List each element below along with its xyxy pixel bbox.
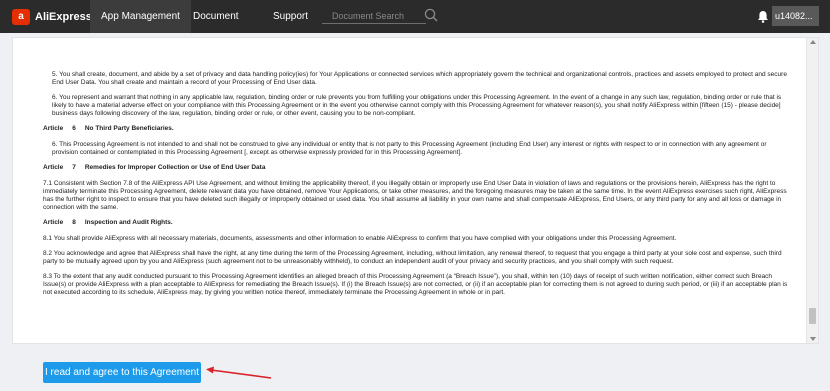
clause-8-3: 8.3 To the extent that any audit conduct… [43, 273, 788, 296]
agree-button[interactable]: I read and agree to this Agreement [43, 362, 201, 383]
scroll-thumb[interactable] [809, 308, 816, 324]
article-number: 7 [72, 164, 76, 171]
agreement-text: 5. You shall create, document, and abide… [13, 38, 805, 343]
article-number: 6 [72, 125, 76, 132]
article-label: Article [43, 164, 64, 171]
article-title: No Third Party Beneficiaries. [84, 125, 174, 132]
aliexpress-logo[interactable]: a AliExpress [12, 8, 92, 26]
user-account[interactable]: u14082... [772, 6, 819, 26]
article-label: Article [43, 125, 64, 132]
red-arrow-annotation-icon [206, 366, 272, 379]
logo-text: AliExpress [35, 11, 92, 23]
article-7-heading: Article 7 Remedies for Improper Collection… [43, 164, 805, 172]
article-title: Inspection and Audit Rights. [84, 219, 173, 226]
clause-8-2: 8.2 You acknowledge and agree that AliEx… [43, 250, 782, 265]
scroll-up-icon[interactable] [810, 40, 816, 44]
top-nav-bar: a AliExpress App Management Document Sup… [0, 0, 830, 33]
article-6-body: 6. This Processing Agreement is not inte… [52, 141, 767, 156]
scroll-down-icon[interactable] [810, 337, 816, 341]
article-7-body: 7.1 Consistent with Section 7.8 of the A… [43, 180, 787, 211]
article-6-heading: Article 6 No Third Party Beneficiaries. [43, 125, 805, 133]
nav-app-management[interactable]: App Management [90, 0, 191, 33]
article-number: 8 [72, 219, 76, 226]
clause-8-1: 8.1 You shall provide AliExpress with al… [43, 235, 677, 242]
agreement-scrollbar[interactable] [806, 38, 818, 343]
agreement-panel: 5. You shall create, document, and abide… [12, 37, 819, 344]
aliexpress-logo-icon: a [12, 9, 30, 25]
document-search-input[interactable] [322, 8, 426, 24]
article-8-heading: Article 8 Inspection and Audit Rights. [43, 219, 805, 227]
search-icon[interactable] [424, 8, 438, 22]
nav-document[interactable]: Document [193, 0, 239, 33]
bell-icon[interactable] [757, 10, 769, 23]
clause-5: 5. You shall create, document, and abide… [52, 71, 787, 86]
clause-6: 6. You represent and warrant that nothin… [52, 94, 782, 117]
article-label: Article [43, 219, 64, 226]
nav-support[interactable]: Support [273, 0, 308, 33]
article-title: Remedies for Improper Collection or Use … [84, 164, 266, 171]
